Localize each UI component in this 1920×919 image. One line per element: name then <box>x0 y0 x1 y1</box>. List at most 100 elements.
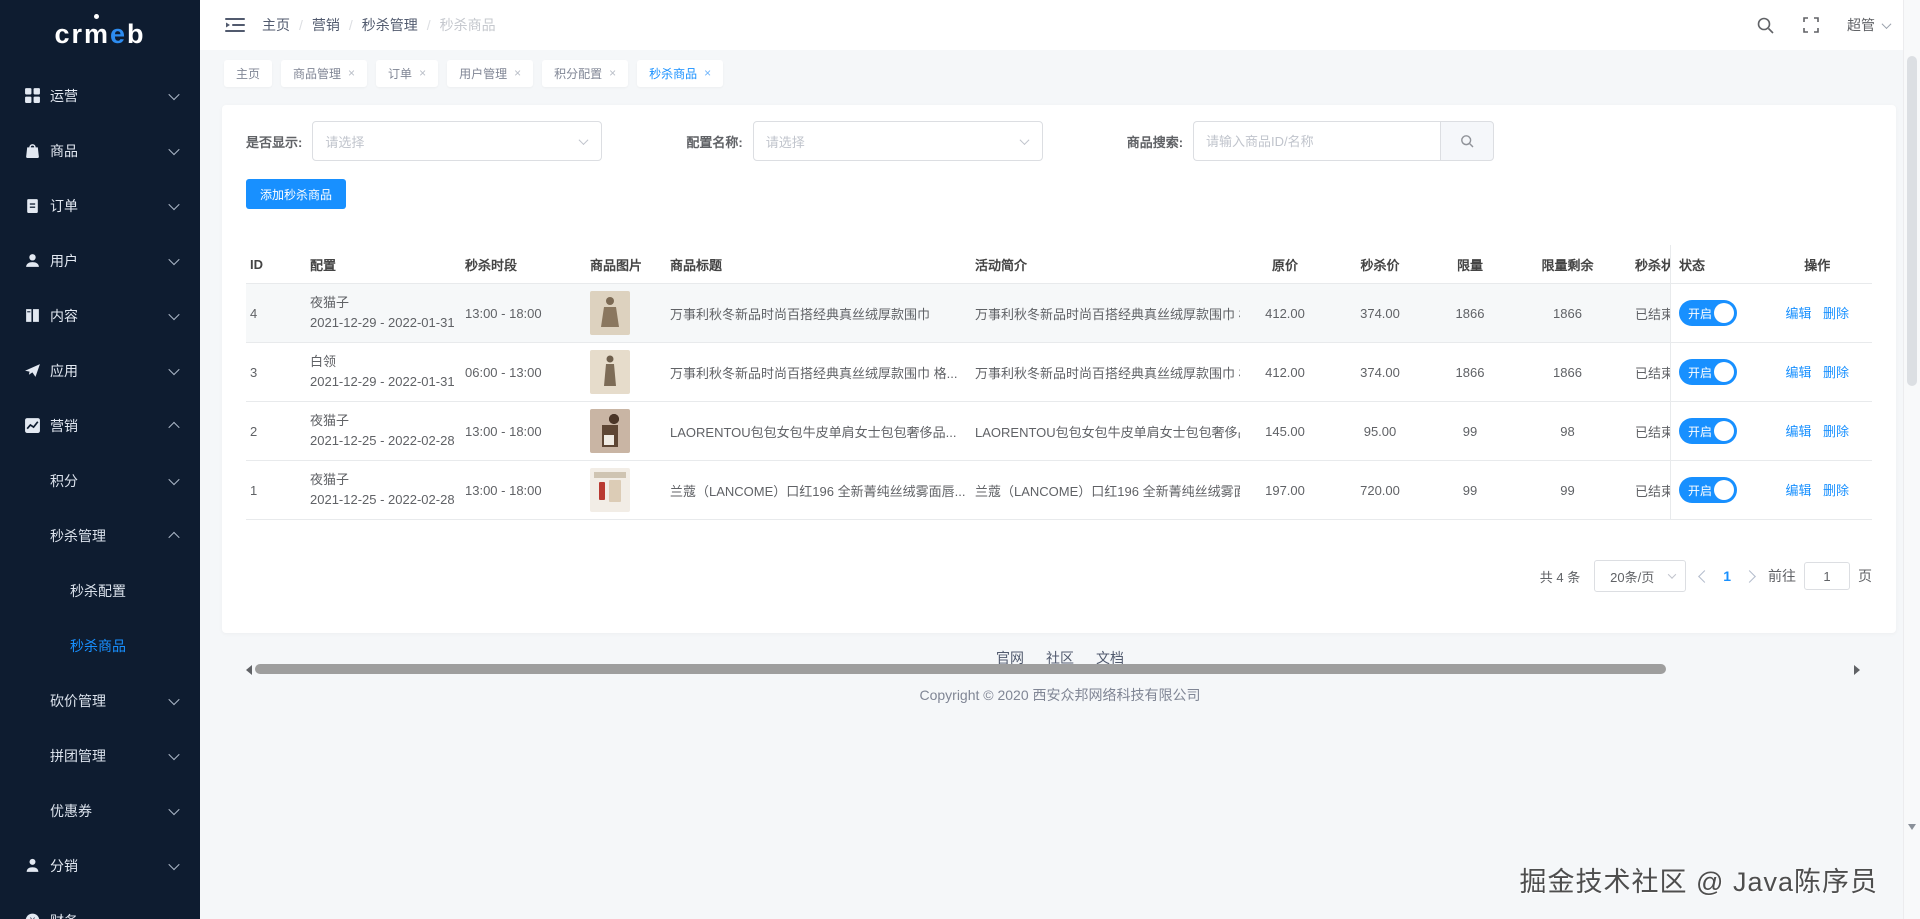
product-thumbnail[interactable] <box>590 291 630 335</box>
next-page-button[interactable] <box>1743 569 1756 583</box>
close-icon[interactable]: × <box>514 67 521 79</box>
page-size-select[interactable]: 20条/页 <box>1594 560 1687 592</box>
sidebar-item-coupon[interactable]: 优惠券 <box>0 783 200 838</box>
sidebar-item-label: 秒杀管理 <box>50 527 106 544</box>
sidebar-item-finance[interactable]: ¥ 财务 <box>0 893 200 919</box>
sidebar-item-label: 商品 <box>50 142 78 159</box>
sidebar-item-order[interactable]: 订单 <box>0 178 200 233</box>
product-search-input[interactable] <box>1193 121 1441 161</box>
tab-orders[interactable]: 订单 × <box>376 59 439 87</box>
cell-price: 412.00 <box>1265 364 1305 380</box>
book-icon <box>24 307 41 324</box>
edit-link[interactable]: 编辑 <box>1786 306 1812 321</box>
delete-link[interactable]: 删除 <box>1823 365 1849 380</box>
show-filter-label: 是否显示: <box>246 134 303 150</box>
cell-title: 兰蔻（LANCOME）口红196 全新菁纯丝绒雾面唇... <box>670 483 965 499</box>
scroll-down-arrow-icon[interactable] <box>1908 824 1916 830</box>
sidebar-item-seckill-goods[interactable]: 秒杀商品 <box>0 618 200 673</box>
sidebar-item-content[interactable]: 内容 <box>0 288 200 343</box>
tab-seckill-goods[interactable]: 秒杀商品 × <box>637 59 724 87</box>
product-thumbnail[interactable] <box>590 468 630 512</box>
copyright-text: Copyright © 2020 西安众邦网络科技有限公司 <box>919 687 1201 703</box>
toggle-knob <box>1714 480 1734 500</box>
search-button[interactable] <box>1440 121 1495 161</box>
page-number[interactable]: 1 <box>1723 568 1731 584</box>
scroll-right-arrow-icon[interactable] <box>1854 665 1860 675</box>
sidebar-collapse-icon[interactable] <box>224 16 246 34</box>
cell-id: 2 <box>250 423 258 439</box>
cell-intro: 万事利秋冬新品时尚百搭经典真丝绒厚款围巾 格... <box>975 365 1240 381</box>
chevron-down-icon <box>168 858 180 870</box>
scroll-left-arrow-icon[interactable] <box>246 665 252 675</box>
delete-link[interactable]: 删除 <box>1823 483 1849 498</box>
close-icon[interactable]: × <box>609 67 616 79</box>
cell-time: 13:00 - 18:00 <box>465 305 542 321</box>
show-filter-select[interactable]: 请选择 <box>312 121 603 161</box>
edit-link[interactable]: 编辑 <box>1786 483 1812 498</box>
close-icon[interactable]: × <box>348 67 355 79</box>
chevron-down-icon <box>168 803 180 815</box>
sidebar-item-bargain[interactable]: 砍价管理 <box>0 673 200 728</box>
cell-price: 412.00 <box>1265 305 1305 321</box>
cell-config: 夜猫子 2021-12-29 - 2022-01-31 <box>310 295 455 330</box>
cell-quota: 99 <box>1462 423 1478 439</box>
sidebar-item-goods[interactable]: 商品 <box>0 123 200 178</box>
tab-goods-management[interactable]: 商品管理 × <box>281 59 368 87</box>
close-icon[interactable]: × <box>419 67 426 79</box>
cell-config: 白领 2021-12-29 - 2022-01-31 <box>310 354 455 389</box>
top-header: 主页 / 营销 / 秒杀管理 / 秒杀商品 超管 <box>200 0 1920 50</box>
trend-chart-icon <box>24 417 41 434</box>
status-toggle[interactable]: 开启 <box>1679 477 1737 503</box>
sidebar-item-grouping[interactable]: 拼团管理 <box>0 728 200 783</box>
sidebar-item-app[interactable]: 应用 <box>0 343 200 398</box>
seckill-products-table: ID 配置 秒杀时段 商品图片 商品标题 活动简介 原价 秒杀价 限量 限量剩余… <box>246 245 1872 520</box>
horizontal-scrollbar[interactable] <box>246 662 1872 676</box>
edit-link[interactable]: 编辑 <box>1786 365 1812 380</box>
vertical-scrollbar[interactable] <box>1903 0 1920 919</box>
tab-user-management[interactable]: 用户管理 × <box>447 59 534 87</box>
breadcrumb-marketing[interactable]: 营销 <box>312 15 340 35</box>
delete-link[interactable]: 删除 <box>1823 424 1849 439</box>
col-header-quota: 限量 <box>1456 257 1483 273</box>
user-menu[interactable]: 超管 <box>1847 15 1892 35</box>
sidebar-item-user[interactable]: 用户 <box>0 233 200 288</box>
breadcrumb-home[interactable]: 主页 <box>262 15 290 35</box>
sidebar-item-seckill-management[interactable]: 秒杀管理 <box>0 508 200 563</box>
horizontal-scrollbar-thumb[interactable] <box>255 664 1666 674</box>
prev-page-button[interactable] <box>1698 569 1712 583</box>
tab-home[interactable]: 主页 <box>224 59 273 87</box>
cell-quota: 1866 <box>1455 305 1485 321</box>
add-seckill-product-button[interactable]: 添加秒杀商品 <box>246 179 347 209</box>
vertical-scrollbar-thumb[interactable] <box>1907 56 1917 386</box>
chevron-down-icon <box>168 88 180 100</box>
status-toggle[interactable]: 开启 <box>1679 418 1737 444</box>
goto-page-input[interactable] <box>1804 562 1850 590</box>
fixed-row: 开启 编辑 删除 <box>1671 461 1872 520</box>
status-toggle[interactable]: 开启 <box>1679 300 1737 326</box>
chevron-down-icon <box>168 143 180 155</box>
search-icon[interactable] <box>1755 15 1775 35</box>
sidebar-item-seckill-config[interactable]: 秒杀配置 <box>0 563 200 618</box>
sidebar-item-operation[interactable]: 运营 <box>0 68 200 123</box>
chevron-down-icon <box>168 748 180 760</box>
chevron-down-icon <box>168 913 180 919</box>
sidebar-item-marketing[interactable]: 营销 <box>0 398 200 453</box>
product-thumbnail[interactable] <box>590 409 630 453</box>
sidebar-item-points[interactable]: 积分 <box>0 453 200 508</box>
sidebar-item-label: 内容 <box>50 307 78 324</box>
col-header-title: 商品标题 <box>670 257 723 273</box>
cell-title: 万事利秋冬新品时尚百搭经典真丝绒厚款围巾 格... <box>670 365 958 381</box>
tab-points-config[interactable]: 积分配置 × <box>542 59 629 87</box>
close-icon[interactable]: × <box>704 67 711 79</box>
fullscreen-icon[interactable] <box>1801 15 1821 35</box>
delete-link[interactable]: 删除 <box>1823 306 1849 321</box>
status-toggle[interactable]: 开启 <box>1679 359 1737 385</box>
product-thumbnail[interactable] <box>590 350 630 394</box>
cell-image <box>580 409 660 453</box>
cell-quota-left: 99 <box>1560 482 1575 498</box>
edit-link[interactable]: 编辑 <box>1786 424 1812 439</box>
sidebar-item-distribution[interactable]: 分销 <box>0 838 200 893</box>
breadcrumb-seckill[interactable]: 秒杀管理 <box>362 15 418 35</box>
cell-id: 3 <box>250 364 258 380</box>
config-filter-select[interactable]: 请选择 <box>752 121 1043 161</box>
